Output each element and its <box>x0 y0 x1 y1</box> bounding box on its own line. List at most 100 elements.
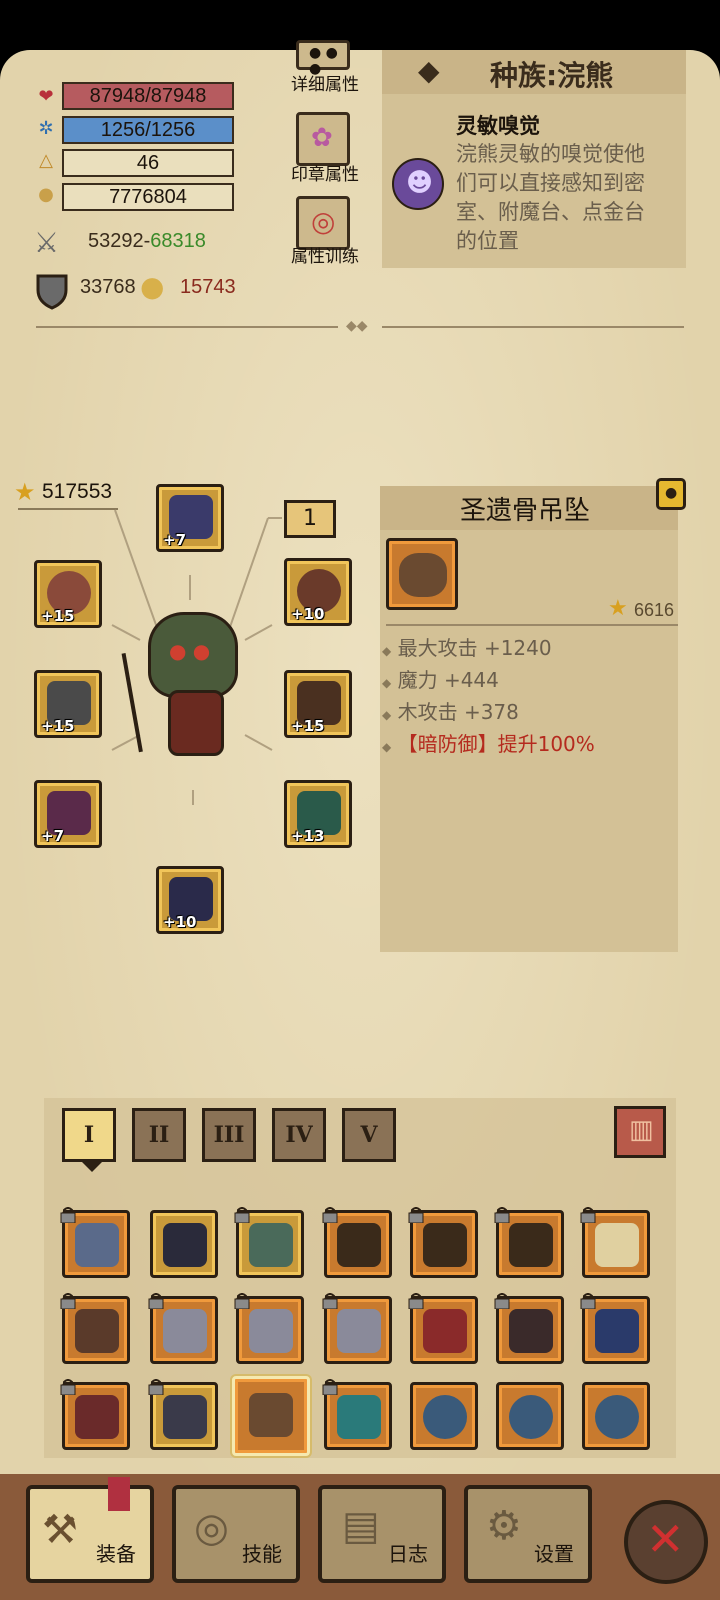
raccoon-icon: ◆ <box>418 54 440 87</box>
seal-attributes-button[interactable]: ✿ <box>296 112 350 166</box>
axe-icon: ⚒ <box>42 1507 78 1553</box>
belt-slot[interactable]: +13 <box>284 780 352 848</box>
lock-icon[interactable]: ● <box>656 478 686 510</box>
nav-equip[interactable]: ⚒ 装备 <box>26 1477 154 1583</box>
inventory-tab-5[interactable]: V <box>342 1108 396 1162</box>
enhance-level: +13 <box>291 827 325 845</box>
defense-value: 33768 <box>80 276 136 298</box>
nav-settings[interactable]: ⚙ 设置 <box>464 1485 592 1583</box>
inventory-slot[interactable] <box>408 1293 478 1364</box>
boots-slot[interactable]: +10 <box>156 866 224 934</box>
inventory-slot[interactable] <box>148 1293 218 1364</box>
lock-icon <box>234 1293 250 1309</box>
gloves-slot[interactable]: +7 <box>34 780 102 848</box>
inventory-slot[interactable] <box>322 1207 392 1278</box>
target-icon: ◎ <box>311 205 336 238</box>
inventory-slot[interactable] <box>580 1207 650 1278</box>
lock-icon <box>60 1207 76 1223</box>
skill-description: 浣熊灵敏的嗅觉使他 们可以直接感知到密 室、附魔台、点金台 的位置 <box>456 140 645 256</box>
inventory-slot[interactable] <box>582 1382 650 1450</box>
attr-text: 魔力 +444 <box>397 668 499 692</box>
selected-item-icon <box>386 538 458 610</box>
attack-range: 53292-68318 <box>88 230 206 253</box>
flower-icon: ✿ <box>311 123 333 153</box>
hp-bar: 87948/87948 <box>62 82 234 110</box>
inventory-tab-4[interactable]: IV <box>272 1108 326 1162</box>
lock-icon <box>322 1379 338 1395</box>
nav-settings-label: 设置 <box>534 1542 574 1566</box>
character-eyes: ● ● <box>169 639 211 663</box>
attack-max: 68318 <box>150 230 206 252</box>
nav-skills[interactable]: ◎ 技能 <box>172 1485 300 1583</box>
inventory-slot[interactable] <box>60 1207 130 1278</box>
inventory-slot[interactable] <box>496 1382 564 1450</box>
seal-attributes-label[interactable]: 印章属性 <box>275 160 375 185</box>
inventory-tab-3[interactable]: III <box>202 1108 256 1162</box>
skill-desc-line: 们可以直接感知到密 <box>456 171 645 195</box>
shield-slot[interactable]: +15 <box>34 560 102 628</box>
skill-icon: ◎ <box>194 1505 229 1551</box>
lock-icon <box>234 1207 250 1223</box>
ring-slot-number[interactable]: 1 <box>284 500 336 538</box>
inventory-slot-selected[interactable] <box>232 1376 310 1456</box>
close-button[interactable]: ✕ <box>624 1500 708 1584</box>
lock-icon <box>580 1293 596 1309</box>
nav-skills-label: 技能 <box>242 1542 282 1566</box>
lock-icon <box>148 1379 164 1395</box>
gear-icon: ⚙ <box>486 1503 522 1549</box>
nav-log-label: 日志 <box>388 1542 428 1566</box>
inventory-tab-1[interactable]: I <box>62 1108 116 1162</box>
tab-indicator <box>82 1162 102 1172</box>
helmet-slot[interactable]: +7 <box>156 484 224 552</box>
enhance-level: +7 <box>163 531 187 549</box>
divider <box>382 326 684 328</box>
inventory-slot[interactable] <box>322 1379 392 1450</box>
divider-ornament: ◆◆ <box>346 318 368 334</box>
detail-attributes-label[interactable]: 详细属性 <box>275 70 375 95</box>
game-screen: ❤ 87948/87948 ✲ 1256/1256 △ 46 ● 7776804… <box>0 0 720 1600</box>
enhance-level: +10 <box>163 913 197 931</box>
trash-button[interactable]: ▥ <box>614 1106 666 1158</box>
skill-desc-line: 室、附魔台、点金台 <box>456 200 645 224</box>
lock-icon <box>494 1207 510 1223</box>
inventory-slot[interactable] <box>580 1293 650 1364</box>
inventory-slot[interactable] <box>60 1293 130 1364</box>
inventory-slot[interactable] <box>150 1210 218 1278</box>
skill-desc-line: 的位置 <box>456 229 519 253</box>
lock-icon <box>494 1293 510 1309</box>
item-attribute: ◆ 最大攻击 +1240 <box>382 636 552 660</box>
inventory-slot[interactable] <box>234 1293 304 1364</box>
item-attribute: ◆ 魔力 +444 <box>382 668 499 692</box>
inventory-slot[interactable] <box>234 1207 304 1278</box>
trash-icon: ▥ <box>629 1115 654 1145</box>
shield-icon <box>36 274 68 310</box>
inventory-slot[interactable] <box>322 1293 392 1364</box>
necklace-slot[interactable]: +10 <box>284 558 352 626</box>
lock-icon <box>60 1379 76 1395</box>
item-special-attribute: ◆ 【暗防御】提升100% <box>382 732 595 756</box>
item-attribute: ◆ 木攻击 +378 <box>382 700 519 724</box>
inventory-slot[interactable] <box>148 1379 218 1450</box>
level-field: 46 <box>62 149 234 177</box>
inventory-slot[interactable] <box>494 1207 564 1278</box>
item-score: 6616 <box>634 600 675 620</box>
training-label[interactable]: 属性训练 <box>275 242 375 267</box>
armor-slot[interactable]: +15 <box>284 670 352 738</box>
gold-icon: ● <box>38 184 54 205</box>
lock-icon <box>322 1207 338 1223</box>
inventory-slot[interactable] <box>408 1207 478 1278</box>
nav-equip-label: 装备 <box>96 1542 136 1566</box>
inventory-slot[interactable] <box>410 1382 478 1450</box>
magic-orb-icon: ● <box>140 270 165 303</box>
weapon-slot[interactable]: +15 <box>34 670 102 738</box>
bracket: 【 <box>397 732 418 756</box>
detail-attributes-button[interactable]: ● ● ● <box>296 40 350 77</box>
gold-field: 7776804 <box>62 183 234 211</box>
swords-icon: ⚔ <box>34 226 60 259</box>
lock-icon <box>408 1207 424 1223</box>
inventory-slot[interactable] <box>494 1293 564 1364</box>
race-title: 种族:浣熊 <box>490 59 614 92</box>
nav-log[interactable]: ▤ 日志 <box>318 1485 446 1583</box>
inventory-slot[interactable] <box>60 1379 130 1450</box>
inventory-tab-2[interactable]: II <box>132 1108 186 1162</box>
